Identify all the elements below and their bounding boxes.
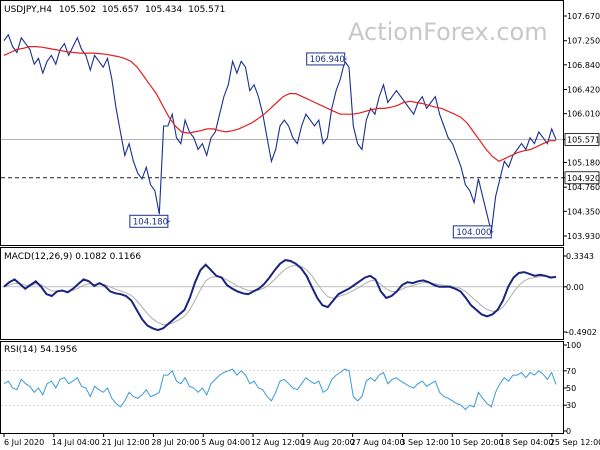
price-tick-label: 106.420 — [567, 86, 600, 95]
price-panel: ActionForex.com USDJPY,H4 105.502 105.65… — [0, 0, 600, 246]
price-tick-label: 106.840 — [567, 61, 600, 70]
price-axis: 107.670 107.250 106.840 106.420 106.010 105.5… — [563, 12, 600, 241]
macd-panel: MACD(12,26,9) 0.1082 0.1166 0.3343 0.00 -0… — [0, 247, 597, 340]
rsi-label: RSI(14) 54.1956 — [4, 345, 77, 355]
time-tick-label: 19 Aug 20:00 — [301, 438, 355, 447]
rsi-tick-label: 30 — [566, 401, 576, 410]
time-tick-label: 28 Jul 20:00 — [151, 438, 199, 447]
high-value: 105.657 — [102, 5, 139, 15]
price-tick-label: 107.250 — [567, 37, 600, 46]
symbol: USDJPY,H4 — [4, 5, 52, 15]
price-tick-label: 103.930 — [567, 232, 600, 241]
price-tick-label: 107.670 — [567, 12, 600, 21]
time-tick-label: 18 Sep 04:00 — [500, 438, 553, 447]
watermark: ActionForex.com — [348, 18, 548, 46]
price-annotation-label: 104.180 — [133, 217, 168, 227]
rsi-tick-label: 50 — [566, 384, 576, 393]
macd-tick-label: 0.3343 — [566, 252, 594, 261]
rsi-tick-label: 70 — [566, 367, 576, 376]
price-tick-label: 104.760 — [567, 183, 600, 192]
rsi-panel: RSI(14) 54.1956 100 70 50 30 0 — [0, 341, 581, 436]
price-tick-label: 105.180 — [567, 158, 600, 167]
price-tick-label: 106.010 — [567, 110, 600, 119]
price-annotation-label: 106.940 — [310, 55, 345, 65]
rsi-tick-label: 0 — [566, 427, 571, 436]
price-tick-label: 104.350 — [567, 207, 600, 216]
close-value: 105.571 — [188, 5, 225, 15]
macd-label: MACD(12,26,9) 0.1082 0.1166 — [4, 252, 141, 262]
time-tick-label: 21 Jul 12:00 — [102, 438, 150, 447]
macd-tick-label: 0.00 — [566, 283, 584, 292]
time-tick-label: 6 Jul 2020 — [4, 438, 44, 447]
time-tick-label: 5 Aug 04:00 — [201, 438, 250, 447]
time-tick-label: 14 Jul 04:00 — [52, 438, 100, 447]
time-axis: 6 Jul 2020 14 Jul 04:00 21 Jul 12:00 28 Jul… — [3, 433, 600, 447]
time-tick-label: 12 Aug 12:00 — [251, 438, 305, 447]
rsi-tick-label: 100 — [566, 341, 581, 350]
price-tick-label: 104.920 — [567, 174, 600, 183]
price-annotation-label: 104.000 — [456, 228, 491, 238]
low-value: 105.434 — [145, 5, 182, 15]
price-tick-label: 105.571 — [567, 135, 600, 144]
macd-tick-label: -0.4902 — [566, 328, 597, 337]
time-tick-label: 25 Sep 12:00 — [550, 438, 600, 447]
time-tick-label: 27 Aug 04:00 — [351, 438, 405, 447]
open-value: 105.502 — [59, 5, 96, 15]
chart-canvas: ActionForex.com USDJPY,H4 105.502 105.65… — [0, 0, 600, 447]
rsi-axis: 100 70 50 30 0 — [563, 341, 581, 436]
macd-axis: 0.3343 0.00 -0.4902 — [563, 252, 597, 337]
time-tick-label: 3 Sep 12:00 — [400, 438, 448, 447]
symbol-header: USDJPY,H4 105.502 105.657 105.434 105.57… — [4, 5, 225, 15]
time-tick-label: 10 Sep 20:00 — [450, 438, 503, 447]
